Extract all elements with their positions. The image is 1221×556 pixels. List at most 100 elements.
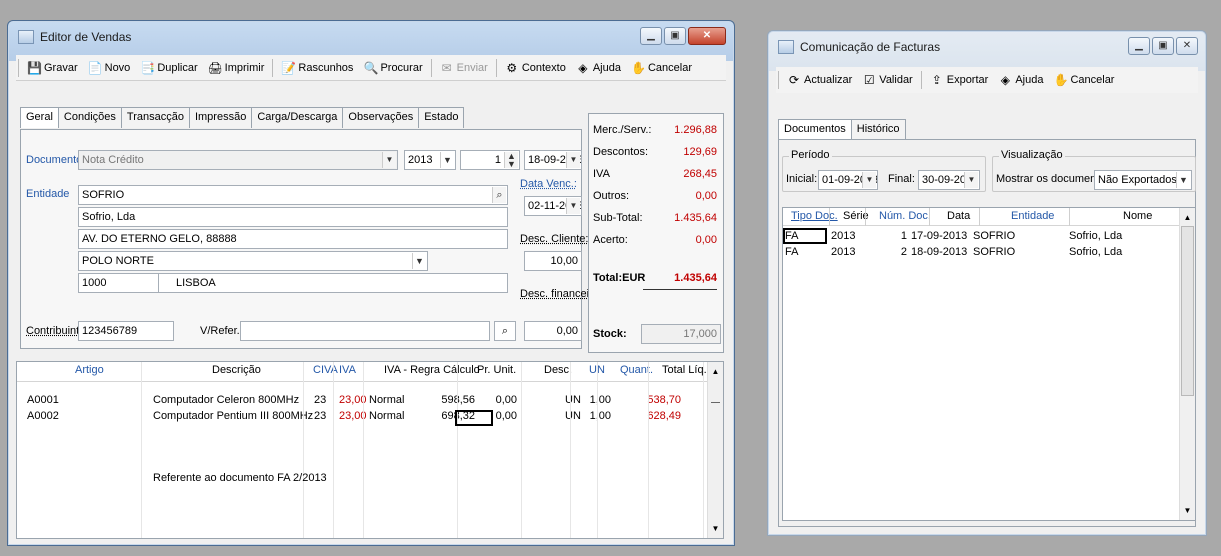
- entity-code-field[interactable]: SOFRIO ⌕: [78, 185, 508, 205]
- cell-regra: Normal: [369, 394, 405, 406]
- col-num-doc[interactable]: Núm. Doc.: [879, 210, 931, 222]
- col-total[interactable]: Total Líq.: [662, 364, 707, 376]
- maximize-button[interactable]: ▣: [1152, 37, 1174, 55]
- tab-geral[interactable]: Geral: [20, 107, 59, 128]
- documents-grid[interactable]: Tipo Doc. Série Núm. Doc. Data Entidade …: [782, 207, 1196, 521]
- total-row-iva: IVA 268,45: [589, 168, 723, 184]
- col-nome[interactable]: Nome: [1123, 210, 1152, 222]
- client-discount-field[interactable]: 10,00: [524, 251, 582, 271]
- date-field[interactable]: 18-09-2013 ▼: [524, 150, 582, 170]
- col-iva[interactable]: IVA: [339, 364, 356, 376]
- tab-transaccao[interactable]: Transacção: [120, 107, 190, 128]
- table-row[interactable]: A0001 Computador Celeron 800MHz 23 23,00 Nor…: [17, 394, 707, 410]
- show-select[interactable]: Não Exportados ▼: [1094, 170, 1192, 190]
- procurar-button[interactable]: 🔍 Procurar: [359, 59, 426, 77]
- save-icon: 💾: [27, 60, 42, 75]
- comm-titlebar[interactable]: Comunicação de Facturas ▁ ▣ ✕: [768, 31, 1206, 63]
- minimize-button[interactable]: ▁: [1128, 37, 1150, 55]
- search-icon[interactable]: ⌕: [494, 321, 516, 341]
- cell-focus: [455, 410, 493, 426]
- editor-toolbar: 💾 Gravar 📄 Novo 📑 Duplicar 🖨 Imprimir 📝 Rascunhos…: [16, 55, 726, 81]
- editor-titlebar[interactable]: Editor de Vendas ▁ ▣ ✕: [8, 21, 734, 53]
- stock-field: 17,000: [641, 324, 721, 344]
- actualizar-button[interactable]: ⟳ Actualizar: [783, 71, 856, 89]
- close-button[interactable]: ✕: [1176, 37, 1198, 55]
- contexto-button[interactable]: ⚙ Contexto: [501, 59, 570, 77]
- col-pr-unit[interactable]: Pr. Unit.: [477, 364, 516, 376]
- totals-label: Descontos:: [593, 146, 649, 158]
- duplicar-button[interactable]: 📑 Duplicar: [136, 59, 201, 77]
- col-desc[interactable]: Desc.: [544, 364, 572, 376]
- due-date-field[interactable]: 02-11-2013 ▼: [524, 196, 582, 216]
- table-row[interactable]: FA 2013 2 18-09-2013 SOFRIO Sofrio, Lda: [783, 246, 1179, 262]
- financial-discount-field[interactable]: 0,00: [524, 321, 582, 341]
- minimize-button[interactable]: ▁: [640, 27, 662, 45]
- col-iva-regra[interactable]: IVA - Regra Cálculo: [384, 364, 480, 376]
- initial-date-field[interactable]: 01-09-2013 ▼: [818, 170, 878, 190]
- cancelar-button[interactable]: ✋ Cancelar: [627, 59, 696, 77]
- postal-code-field[interactable]: 1000: [78, 273, 158, 293]
- ajuda-button[interactable]: ◈ Ajuda: [572, 59, 625, 77]
- lines-scrollbar[interactable]: ▲ ▼: [707, 362, 723, 538]
- taxpayer-field[interactable]: 123456789: [78, 321, 174, 341]
- scroll-up-icon[interactable]: ▲: [1180, 210, 1195, 225]
- cell-descricao: Computador Celeron 800MHz: [153, 394, 300, 406]
- exportar-button[interactable]: ⇪ Exportar: [926, 71, 993, 89]
- rascunhos-button[interactable]: 📝 Rascunhos: [277, 59, 357, 77]
- editor-tabs: Geral Condições Transacção Impressão Carga/D…: [20, 107, 465, 128]
- address-field[interactable]: AV. DO ETERNO GELO, 88888: [78, 229, 508, 249]
- tab-historico[interactable]: Histórico: [850, 119, 906, 140]
- tab-estado[interactable]: Estado: [418, 107, 465, 128]
- col-entidade[interactable]: Entidade: [1011, 210, 1054, 222]
- city-field[interactable]: LISBOA: [158, 273, 508, 293]
- col-civa[interactable]: CIVA: [313, 364, 338, 376]
- number-stepper[interactable]: 1 ▲ ▼: [460, 150, 520, 170]
- final-date-field[interactable]: 30-09-2013 ▼: [918, 170, 980, 190]
- cell-un: UN: [565, 410, 581, 422]
- col-artigo[interactable]: Artigo: [75, 364, 104, 376]
- cancelar-button[interactable]: ✋ Cancelar: [1049, 71, 1118, 89]
- maximize-button[interactable]: ▣: [664, 27, 686, 45]
- col-tipo-doc[interactable]: Tipo Doc.: [791, 210, 838, 222]
- button-label: Enviar: [456, 61, 488, 74]
- ajuda-button[interactable]: ◈ Ajuda: [994, 71, 1047, 89]
- scroll-up-icon[interactable]: ▲: [708, 364, 723, 379]
- button-label: Gravar: [44, 61, 78, 74]
- documents-scrollbar[interactable]: ▲ ▼: [1179, 208, 1195, 520]
- gravar-button[interactable]: 💾 Gravar: [23, 59, 82, 77]
- novo-button[interactable]: 📄 Novo: [84, 59, 135, 77]
- lines-grid[interactable]: Artigo Descrição CIVA IVA IVA - Regra Cá…: [16, 361, 724, 539]
- document-select[interactable]: Nota Crédito ▼: [78, 150, 398, 170]
- scroll-down-icon[interactable]: ▼: [1180, 503, 1195, 518]
- totals-panel: Merc./Serv.: 1.296,88 Descontos: 129,69 IVA 2…: [588, 113, 724, 353]
- col-data[interactable]: Data: [947, 210, 970, 222]
- tab-condicoes[interactable]: Condições: [57, 107, 122, 128]
- scroll-down-icon[interactable]: ▼: [708, 521, 723, 536]
- imprimir-button[interactable]: 🖨 Imprimir: [204, 59, 269, 77]
- table-row[interactable]: A0002 Computador Pentium III 800MHz 23 23,0…: [17, 410, 707, 426]
- close-button[interactable]: ✕: [688, 27, 726, 45]
- table-row[interactable]: FA 2013 1 17-09-2013 SOFRIO Sofrio, Lda: [783, 230, 1179, 246]
- locality-select[interactable]: POLO NORTE ▼: [78, 251, 428, 271]
- chevron-down-icon: ▼: [382, 152, 396, 168]
- stock-label: Stock:: [593, 328, 627, 340]
- scroll-thumb[interactable]: [1181, 226, 1194, 396]
- validar-button[interactable]: ☑ Validar: [858, 71, 916, 89]
- column-divider: [521, 362, 522, 538]
- entity-name-field[interactable]: Sofrio, Lda: [78, 207, 508, 227]
- tab-carga-descarga[interactable]: Carga/Descarga: [251, 107, 344, 128]
- tab-observacoes[interactable]: Observações: [342, 107, 420, 128]
- year-select[interactable]: 2013 ▼: [404, 150, 456, 170]
- col-descricao[interactable]: Descrição: [212, 364, 261, 376]
- enviar-button[interactable]: ✉ Enviar: [436, 59, 492, 77]
- vrefer-field[interactable]: [240, 321, 490, 341]
- tab-impressao[interactable]: Impressão: [188, 107, 253, 128]
- period-label: Período: [789, 149, 832, 161]
- column-divider: [648, 362, 649, 538]
- toolbar-grip: [778, 71, 779, 89]
- totals-value: 1.296,88: [674, 124, 717, 136]
- search-icon[interactable]: ⌕: [492, 187, 506, 203]
- export-icon: ⇪: [931, 73, 942, 87]
- toolbar-separator: [430, 58, 432, 77]
- tab-documentos[interactable]: Documentos: [778, 119, 852, 140]
